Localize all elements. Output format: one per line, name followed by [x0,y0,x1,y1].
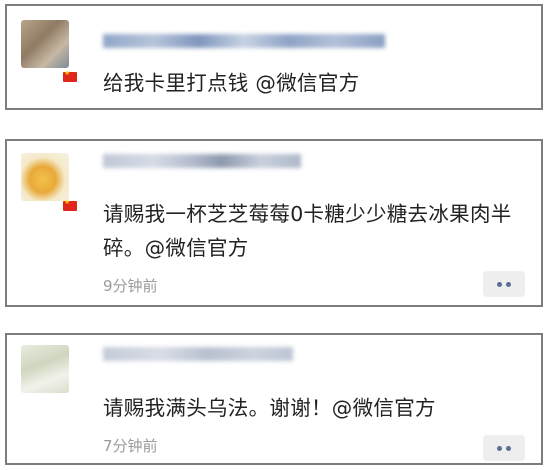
username-blurred[interactable] [103,34,385,48]
avatar[interactable] [21,345,69,393]
more-dots-icon [497,445,502,451]
avatar[interactable] [21,20,69,68]
china-flag-icon [63,198,77,211]
comment-text: 给我卡里打点钱 @微信官方 [103,71,360,95]
comment-text: 请赐我满头乌法。谢谢！@微信官方 [103,396,436,420]
comment-card: 给我卡里打点钱 @微信官方 [5,4,543,110]
timestamp: 9分钟前 [103,277,158,295]
more-dots-icon [497,281,502,287]
comment-card: 请赐我满头乌法。谢谢！@微信官方 7分钟前 [5,333,543,465]
china-flag-icon [63,69,77,82]
more-dots-icon [506,281,511,287]
comment-card: 请赐我一杯芝芝莓莓0卡糖少少糖去冰果肉半碎。@微信官方 9分钟前 [5,139,543,307]
more-button[interactable] [483,435,525,461]
timestamp: 7分钟前 [103,437,158,455]
username-blurred[interactable] [103,154,301,168]
comment-text: 请赐我一杯芝芝莓莓0卡糖少少糖去冰果肉半碎。@微信官方 [103,202,512,260]
avatar[interactable] [21,153,69,201]
username-blurred[interactable] [103,347,293,361]
more-button[interactable] [483,271,525,297]
more-dots-icon [506,445,511,451]
